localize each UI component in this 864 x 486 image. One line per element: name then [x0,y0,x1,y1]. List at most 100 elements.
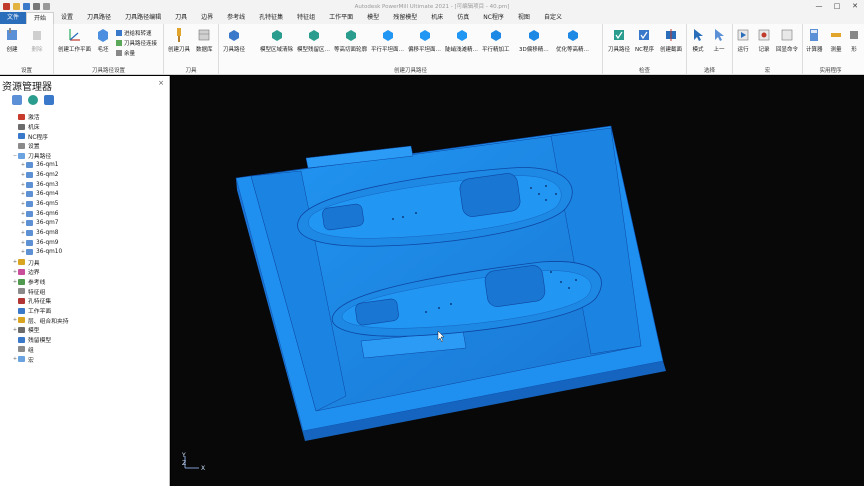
toolpath-btn-contour_finish[interactable]: 等高切面轮廓 [334,27,367,53]
record-button[interactable]: 记录 [757,27,771,53]
tree-item-icon [26,239,33,246]
delete-button[interactable]: 删除 [30,27,44,53]
tree-item[interactable]: 残留模型 [0,335,170,345]
globe-icon[interactable] [28,95,38,105]
toolpath-btn-model_area_clear[interactable]: 模型区域清除 [260,27,293,53]
tree-item[interactable]: +36-qm5 [0,199,170,209]
block-button[interactable]: 毛坯 [96,27,110,53]
tree-item-label: 设置 [28,144,40,151]
tree-item-icon [18,259,25,266]
tree-item[interactable]: + 刀具 [0,257,170,267]
toolpath-btn-parallel_finish[interactable]: 平行精加工 [482,27,510,53]
tab-10[interactable]: 工作平面 [322,12,360,24]
tab-8[interactable]: 孔特征集 [252,12,290,24]
tree-item[interactable]: 组 [0,345,170,355]
trash-icon[interactable] [44,95,54,105]
filter-button[interactable]: 形 [847,27,861,53]
tree-item[interactable]: + 边界 [0,267,170,277]
tab-14[interactable]: 仿真 [450,12,476,24]
tree-item-label: 宏 [28,357,34,364]
tree-item[interactable]: 特征组 [0,286,170,296]
tree-item-label: 36-qm5 [36,201,59,208]
tree-item[interactable]: 激活 [0,112,170,122]
toolpath-btn-steep_shallow[interactable]: 陡峭浅滩精… [445,27,478,53]
tree-item[interactable]: +36-qm7 [0,219,170,229]
create-cross-button[interactable]: 创建截面 [660,27,682,53]
tab-1[interactable]: 开始 [26,12,55,24]
tab-3[interactable]: 刀具路径 [80,12,118,24]
create-tool-button[interactable]: 创建刀具 [168,27,190,53]
tab-6[interactable]: 边界 [194,12,220,24]
group-utility: 计算器 测量 形 实用程序 [803,24,858,75]
calculator-button[interactable]: 计算器 [806,27,823,53]
measure-button[interactable]: 测量 [829,27,843,53]
tree-item[interactable]: +36-qm10 [0,248,170,258]
toolpath-btn-optimized[interactable]: 优化等高精… [556,27,589,53]
tree-item[interactable]: + 参考线 [0,277,170,287]
tree-view-icon[interactable] [12,95,22,105]
feeds-button[interactable]: 余量 [116,49,135,57]
tab-15[interactable]: NC程序 [476,12,511,24]
close-button[interactable]: ✕ [846,0,864,12]
create-tool-label: 创建刀具 [168,47,191,53]
tree-item-label: 36-qm6 [36,210,59,217]
toolpath-btn-model_rest[interactable]: 模型残留区… [297,27,330,53]
tree-item[interactable]: +36-qm1 [0,160,170,170]
tree-item[interactable]: 孔特征集 [0,296,170,306]
tree-item[interactable]: NC程序 [0,131,170,141]
toolpath-btn-offset_flat[interactable]: 偏移平坦面… [408,27,441,53]
create-button[interactable]: 创建 [5,27,19,53]
lead-link-button[interactable]: 进给和转速 [116,29,152,37]
measure-label: 测量 [830,47,842,53]
tab-7[interactable]: 参考线 [220,12,252,24]
maximize-button[interactable]: □ [828,0,846,12]
minimize-button[interactable]: — [810,0,828,12]
tab-12[interactable]: 残留模型 [386,12,424,24]
tab-5[interactable]: 刀具 [168,12,194,24]
tab-17[interactable]: 自定义 [537,12,569,24]
create-workplane-button[interactable]: 创建工作平面 [58,27,91,53]
tree-item[interactable]: 设置 [0,141,170,151]
3d-viewport[interactable]: Y Z X [171,76,864,486]
tree-item[interactable]: +36-qm9 [0,238,170,248]
prev-button[interactable]: 上一 [712,27,726,53]
database-button[interactable]: 数据库 [196,27,213,53]
tab-11[interactable]: 模型 [360,12,386,24]
tree-item-icon [26,230,33,237]
tree-item[interactable]: +36-qm4 [0,190,170,200]
tab-0[interactable]: 文件 [0,12,27,24]
prev-label: 上一 [713,47,725,53]
toolpath-btn-toolpath[interactable]: 刀具路径 [223,27,245,53]
tab-4[interactable]: 刀具路径编辑 [118,12,168,24]
tree-item[interactable]: +36-qm3 [0,180,170,190]
connect-button[interactable]: 刀具路径连接 [116,39,157,47]
tree-item[interactable]: + 宏 [0,354,170,364]
echo-button[interactable]: 回显命令 [776,27,798,53]
tab-16[interactable]: 视图 [511,12,537,24]
toolpath-btn-3d_offset[interactable]: 3D偏移精… [519,27,549,53]
tree-item[interactable]: − 刀具路径 [0,151,170,161]
toolpath-btn-label: 平行精加工 [482,47,510,53]
mode-button[interactable]: 模式 [691,27,705,53]
tab-2[interactable]: 设置 [54,12,80,24]
run-button[interactable]: 运行 [736,27,750,53]
toolpath-btn-parallel_flat[interactable]: 平行平坦面… [371,27,404,53]
tab-13[interactable]: 机床 [424,12,450,24]
tree-item[interactable]: + 层、组合和夹持 [0,315,170,325]
tree-item[interactable]: +36-qm6 [0,209,170,219]
axis-x-label: X [201,465,205,472]
tab-9[interactable]: 特征组 [290,12,322,24]
nc-program-check-button[interactable]: NC程序 [635,27,654,53]
tree-item[interactable]: +36-qm2 [0,170,170,180]
tree-item[interactable]: +36-qm8 [0,228,170,238]
tree-item[interactable]: 工作平面 [0,306,170,316]
toolpath-check-button[interactable]: 刀具路径 [608,27,630,53]
group-label-tool: 刀具 [185,68,197,74]
group-select: 模式 上一 选择 [687,24,733,75]
tree-item[interactable]: 机床 [0,122,170,132]
tree-item-label: 36-qm4 [36,191,59,198]
tree-item[interactable]: + 模型 [0,325,170,335]
tree-item-label: 36-qm3 [36,181,59,188]
tree-item-label: 工作平面 [28,309,52,316]
explorer-close-button[interactable]: × [158,79,164,87]
